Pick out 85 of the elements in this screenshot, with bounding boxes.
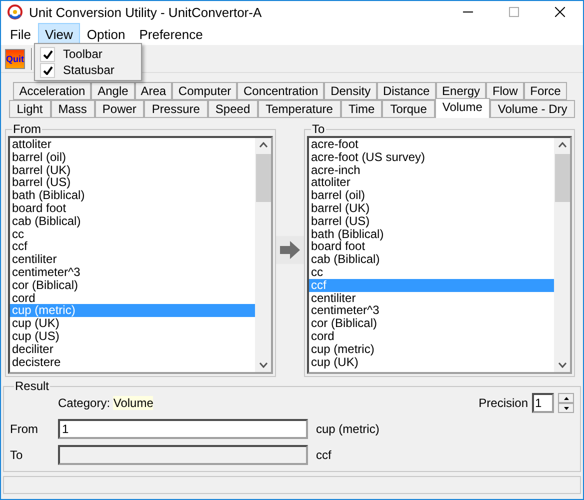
scroll-up-icon[interactable]: [558, 142, 566, 148]
spinner[interactable]: [558, 393, 574, 413]
scroll-thumb[interactable]: [256, 154, 270, 202]
tab[interactable]: Acceleration: [13, 82, 92, 100]
tab[interactable]: Pressure: [144, 100, 208, 118]
tab[interactable]: Force: [524, 82, 568, 100]
menu-item[interactable]: File: [3, 23, 38, 45]
tab[interactable]: Temperature: [258, 100, 341, 118]
list-item[interactable]: cc: [10, 228, 255, 240]
group-title: To: [311, 122, 326, 136]
unit-list[interactable]: attoliter barrel (oil) barrel (UK) barrel (US) bath (Biblical) board foot cab (Biblical) cc ccf centiliter centimeter^3 cor (Biblical) cord cup (metric) cup (UK) cup (US) deciliter decistere: [8, 136, 273, 374]
list-item[interactable]: cup (UK): [309, 356, 554, 368]
tab[interactable]: Flow: [486, 82, 524, 100]
category-label: Category: Volume: [58, 396, 154, 410]
list-item[interactable]: ccf: [10, 240, 255, 254]
precision-label: Precision: [478, 396, 528, 410]
list-item[interactable]: centimeter^3: [309, 304, 554, 318]
list-item[interactable]: barrel (oil): [10, 150, 255, 164]
tab[interactable]: Volume - Dry: [490, 100, 575, 118]
scroll-down-icon[interactable]: [558, 362, 566, 368]
list-item[interactable]: cup (UK): [10, 317, 255, 330]
list-item[interactable]: bath (Biblical): [309, 228, 554, 240]
from-label: From: [10, 422, 39, 436]
app-logo-icon: [7, 4, 23, 20]
list-item[interactable]: decistere: [10, 356, 255, 368]
list-item[interactable]: barrel (UK): [309, 202, 554, 215]
list-item[interactable]: cab (Biblical): [10, 214, 255, 228]
precision-field[interactable]: 1: [532, 393, 554, 413]
close-icon[interactable]: [555, 7, 565, 17]
list-item[interactable]: cord: [10, 292, 255, 304]
list-item[interactable]: acre-foot (US survey): [309, 150, 554, 164]
list-item[interactable]: cup (US): [10, 330, 255, 343]
scroll-up-icon[interactable]: [258, 142, 268, 148]
scrollbar[interactable]: [255, 138, 271, 372]
list-item[interactable]: barrel (US): [10, 176, 255, 190]
list-item[interactable]: bath (Biblical): [10, 189, 255, 202]
menu-option[interactable]: Toolbar: [63, 47, 102, 61]
to-value-field[interactable]: [58, 445, 308, 465]
to-label: To: [10, 448, 24, 462]
tab[interactable]: Concentration: [237, 82, 324, 100]
tab[interactable]: Distance: [376, 82, 436, 100]
list-item[interactable]: cc: [309, 266, 554, 279]
list-item[interactable]: cor (Biblical): [10, 278, 255, 292]
window-title: Unit Conversion Utility - UnitConvertor-A: [29, 4, 262, 20]
list-item[interactable]: acre-inch: [309, 164, 554, 176]
list-item[interactable]: attoliter: [309, 176, 554, 190]
list-item[interactable]: cor (Biblical): [309, 317, 554, 330]
list-item[interactable]: barrel (oil): [309, 189, 554, 202]
list-item[interactable]: centimeter^3: [10, 266, 255, 279]
list-item[interactable]: barrel (US): [309, 214, 554, 228]
scroll-thumb[interactable]: [554, 154, 570, 202]
list-item[interactable]: acre-foot: [309, 138, 554, 151]
from-value-field[interactable]: 1: [58, 419, 308, 439]
tab[interactable]: Torque: [382, 100, 435, 118]
list-item[interactable]: cup (metric): [309, 342, 554, 356]
list-item[interactable]: cord: [309, 330, 554, 343]
list-item[interactable]: barrel (UK): [10, 164, 255, 176]
tab[interactable]: Computer: [172, 82, 238, 100]
group-title: Result: [14, 379, 50, 393]
list-item[interactable]: board foot: [309, 240, 554, 254]
menu-option[interactable]: Statusbar: [63, 63, 114, 77]
to-unit: ccf: [316, 448, 332, 462]
menu-item[interactable]: Option: [80, 23, 132, 45]
list-item[interactable]: centiliter: [309, 292, 554, 304]
tab[interactable]: Mass: [50, 100, 95, 118]
group-title: From: [12, 122, 42, 136]
tab[interactable]: Power: [94, 100, 144, 118]
unit-list[interactable]: [307, 136, 572, 374]
menu-item[interactable]: View: [38, 23, 80, 45]
tab[interactable]: Angle: [91, 82, 134, 100]
scroll-down-icon[interactable]: [258, 362, 268, 368]
list-item[interactable]: board foot: [10, 202, 255, 215]
scrollbar[interactable]: [554, 138, 570, 372]
tab[interactable]: Volume: [434, 98, 490, 118]
tab[interactable]: Area: [134, 82, 172, 100]
tab[interactable]: Density: [324, 82, 377, 100]
from-unit: cup (metric): [316, 422, 380, 436]
list-item[interactable]: attoliter: [10, 138, 255, 151]
list-item[interactable]: deciliter: [10, 342, 255, 356]
tab[interactable]: Speed: [208, 100, 258, 118]
tab[interactable]: Light: [9, 100, 51, 118]
list-item[interactable]: cab (Biblical): [309, 253, 554, 266]
tab[interactable]: Time: [340, 100, 382, 118]
list-item[interactable]: centiliter: [10, 253, 255, 266]
menu-item[interactable]: Preference: [132, 23, 210, 45]
